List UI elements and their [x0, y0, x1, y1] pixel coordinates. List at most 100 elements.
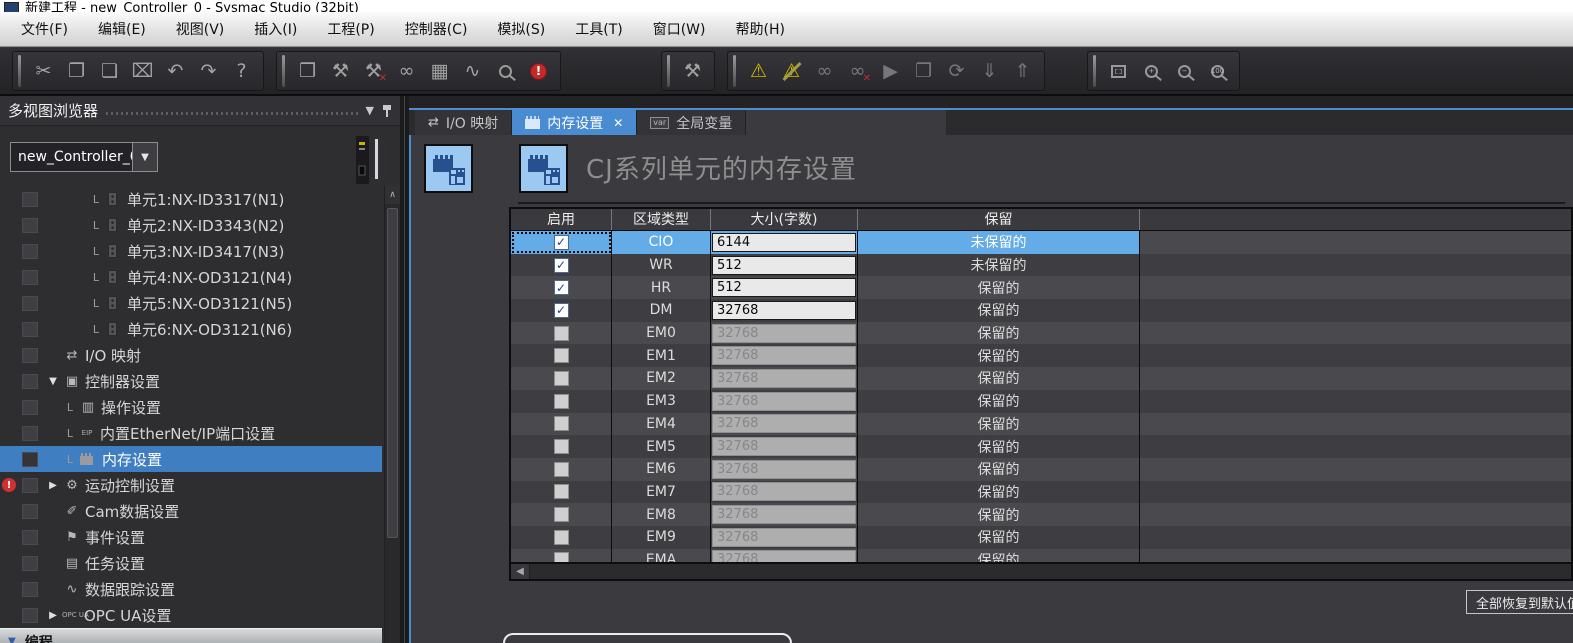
sidebar-item[interactable]: L单元2:NX-ID3343(N2) [0, 212, 382, 238]
sidebar-item[interactable]: ✐Cam数据设置 [0, 498, 382, 524]
memory-area-row[interactable]: ✓HR保留的 [511, 276, 1571, 299]
troubleshoot-icon[interactable]: ⚒ [676, 53, 709, 89]
menu-item[interactable]: 插入(I) [239, 12, 312, 46]
menu-item[interactable]: 视图(V) [161, 12, 240, 46]
reset-to-default-button[interactable]: 全部恢复到默认值 [1466, 590, 1573, 614]
sidebar-item[interactable]: L▥操作设置 [0, 394, 382, 420]
rebuild-icon[interactable]: ⚒✕ [357, 53, 390, 89]
sidebar-item[interactable]: LEIP内置EtherNet/IP端口设置 [0, 420, 382, 446]
sidebar-item[interactable]: L单元3:NX-ID3417(N3) [0, 238, 382, 264]
tab-memory-settings[interactable]: 内存设置✕ [512, 110, 637, 135]
memory-settings-page-icon[interactable] [424, 144, 473, 193]
scrollbar-thumb[interactable] [387, 208, 398, 538]
memory-area-row[interactable]: EM1保留的 [511, 344, 1571, 367]
abort-icon[interactable]: ! [522, 53, 555, 89]
menu-item[interactable]: 模拟(S) [482, 12, 560, 46]
sidebar-item[interactable]: ⇄I/O 映射 [0, 342, 382, 368]
size-input[interactable] [712, 256, 856, 275]
watch-table-icon[interactable]: ▦ [423, 53, 456, 89]
stop-monitor-icon[interactable]: ∞✕ [841, 53, 874, 89]
memory-area-row[interactable]: EM8保留的 [511, 503, 1571, 526]
close-tab-icon[interactable]: ✕ [613, 116, 623, 130]
sidebar-item[interactable]: ▼▣控制器设置 [0, 368, 382, 394]
table-horizontal-scrollbar[interactable]: ◀ [511, 562, 1571, 579]
menu-item[interactable]: 工具(T) [560, 12, 637, 46]
search-icon[interactable] [489, 53, 522, 89]
memory-area-row[interactable]: ✓DM保留的 [511, 299, 1571, 322]
memory-area-row[interactable]: ✓WR未保留的 [511, 254, 1571, 277]
expand-closed-icon[interactable]: ▶ [45, 480, 61, 491]
fit-window-icon[interactable] [1102, 53, 1135, 89]
sidebar-item[interactable]: L单元1:NX-ID3317(N1) [0, 186, 382, 212]
enable-checkbox[interactable] [554, 507, 569, 522]
enable-checkbox[interactable] [554, 530, 569, 545]
build-icon[interactable]: ⚒ [324, 53, 357, 89]
sidebar-item[interactable]: !▶⚙运动控制设置 [0, 472, 382, 498]
enable-checkbox[interactable] [554, 394, 569, 409]
expand-open-icon[interactable]: ▼ [45, 376, 61, 387]
sidebar-item[interactable]: L单元5:NX-OD3121(N5) [0, 290, 382, 316]
copy-program-icon[interactable]: ❐ [907, 53, 940, 89]
menu-item[interactable]: 编辑(E) [83, 12, 161, 46]
memory-area-row[interactable]: EM3保留的 [511, 390, 1571, 413]
synchronize-icon[interactable]: ⟳ [940, 53, 973, 89]
paste-icon[interactable]: ❏ [93, 53, 126, 89]
run-mode-icon[interactable]: ▶ [874, 53, 907, 89]
memory-area-row[interactable]: EM6保留的 [511, 458, 1571, 481]
redo-icon[interactable]: ↷ [192, 53, 225, 89]
memory-area-row[interactable]: EM4保留的 [511, 413, 1571, 436]
menu-item[interactable]: 控制器(C) [390, 12, 483, 46]
monitor-icon[interactable]: ∞ [808, 53, 841, 89]
scroll-left-icon[interactable]: ◀ [511, 564, 530, 579]
menu-item[interactable]: 帮助(H) [721, 12, 800, 46]
memory-area-row[interactable]: EM7保留的 [511, 481, 1571, 504]
watch-window-icon[interactable]: ∞ [390, 53, 423, 89]
io-monitor-icon[interactable]: ∿ [456, 53, 489, 89]
scroll-up-icon[interactable]: ∧ [385, 186, 400, 204]
menu-item[interactable]: 窗口(W) [638, 12, 721, 46]
zoom-out-icon[interactable]: − [1168, 53, 1201, 89]
sidebar-item[interactable]: ▶OPC UAOPC UA设置 [0, 602, 382, 628]
enable-checkbox[interactable]: ✓ [554, 235, 569, 250]
download-to-controller-icon[interactable]: ⇓ [973, 53, 1006, 89]
sidebar-item[interactable]: ▤任务设置 [0, 550, 382, 576]
enable-checkbox[interactable] [554, 326, 569, 341]
size-input[interactable] [712, 301, 856, 320]
memory-area-row[interactable]: EMA保留的 [511, 549, 1571, 562]
enable-checkbox[interactable]: ✓ [554, 280, 569, 295]
enable-checkbox[interactable] [554, 462, 569, 477]
sidebar-item[interactable]: L单元4:NX-OD3121(N4) [0, 264, 382, 290]
memory-area-row[interactable]: EM9保留的 [511, 526, 1571, 549]
panel-splitter[interactable] [400, 96, 409, 643]
memory-area-row[interactable]: EM0保留的 [511, 322, 1571, 345]
sidebar-item[interactable]: L单元6:NX-OD3121(N6) [0, 316, 382, 342]
menu-item[interactable]: 文件(F) [6, 12, 83, 46]
size-input[interactable] [712, 278, 856, 297]
menu-item[interactable]: 工程(P) [312, 12, 389, 46]
zoom-100-icon[interactable]: 100 [1201, 53, 1234, 89]
programming-section-header[interactable]: ▼ 编程 [0, 628, 382, 643]
upload-from-controller-icon[interactable]: ⇑ [1006, 53, 1039, 89]
pin-icon[interactable] [382, 104, 392, 118]
help-icon[interactable]: ? [225, 53, 258, 89]
go-offline-icon[interactable]: ⚠ [775, 53, 808, 89]
collapse-panel-icon[interactable]: ▼ [366, 104, 374, 117]
zoom-in-icon[interactable]: + [1135, 53, 1168, 89]
expand-closed-icon[interactable]: ▶ [45, 610, 61, 621]
tab-io-map[interactable]: ⇄I/O 映射 [415, 110, 512, 135]
memory-area-row[interactable]: ✓CIO未保留的 [511, 231, 1571, 254]
enable-checkbox[interactable] [554, 371, 569, 386]
sidebar-item[interactable]: ⚑事件设置 [0, 524, 382, 550]
memory-area-row[interactable]: EM2保留的 [511, 367, 1571, 390]
enable-checkbox[interactable]: ✓ [554, 258, 569, 273]
enable-checkbox[interactable] [554, 416, 569, 431]
tab-global-variables[interactable]: var全局变量 [637, 110, 746, 135]
sidebar-scrollbar[interactable]: ∧ [384, 186, 400, 643]
enable-checkbox[interactable] [554, 348, 569, 363]
chevron-down-icon[interactable]: ▼ [132, 143, 157, 171]
size-input[interactable] [712, 233, 856, 252]
cut-icon[interactable]: ✂ [27, 53, 60, 89]
memory-area-row[interactable]: EM5保留的 [511, 435, 1571, 458]
delete-icon[interactable]: ⌧ [126, 53, 159, 89]
undo-icon[interactable]: ↶ [159, 53, 192, 89]
